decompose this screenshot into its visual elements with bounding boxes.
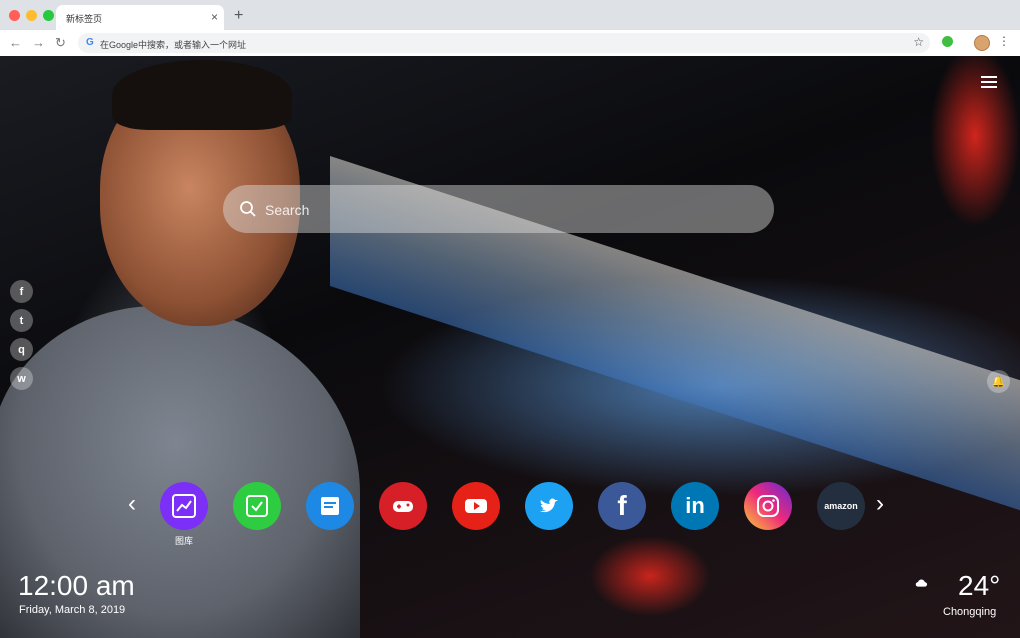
minimize-window-button[interactable] (26, 10, 37, 21)
apps-next-arrow[interactable]: › (876, 490, 884, 518)
browser-menu-button[interactable]: ⋮ (998, 34, 1010, 48)
bookmark-star-icon[interactable]: ☆ (913, 35, 924, 49)
check-icon (246, 495, 268, 517)
browser-chrome: 新标签页 × + ← → ↻ G 在Google中搜索，或者输入一个网址 ☆ ⋮ (0, 0, 1020, 57)
app-games[interactable] (379, 482, 427, 530)
clock-time: 12:00 am (18, 570, 135, 601)
extension-icon[interactable] (942, 36, 953, 47)
cloud-icon (915, 579, 928, 587)
app-shortcuts: 图库 f in amazon (160, 482, 865, 546)
qq-share-icon[interactable]: q (10, 338, 33, 361)
twitter-icon (540, 498, 558, 513)
browser-tab[interactable]: 新标签页 × (56, 5, 224, 30)
new-tab-button[interactable]: + (234, 7, 243, 25)
gamepad-icon (393, 501, 413, 512)
weather-city: Chongqing (943, 606, 997, 618)
amazon-icon: amazon (824, 501, 858, 511)
note-icon (321, 497, 339, 515)
google-icon: G (86, 37, 94, 48)
facebook-share-icon[interactable]: f (10, 280, 33, 303)
weather-temperature: 24° (958, 570, 1001, 601)
youtube-icon (465, 499, 487, 513)
clock-date: Friday, March 8, 2019 (19, 604, 126, 616)
notification-bell-icon[interactable]: 🔔 (987, 370, 1010, 393)
maximize-window-button[interactable] (43, 10, 54, 21)
profile-avatar[interactable] (974, 35, 990, 51)
twitter-share-icon[interactable]: t (10, 309, 33, 332)
app-chart[interactable]: 图库 (160, 482, 208, 546)
app-linkedin[interactable]: in (671, 482, 719, 530)
search-bar[interactable] (223, 185, 774, 233)
wechat-share-icon[interactable]: w (10, 367, 33, 390)
search-icon (240, 201, 256, 217)
app-twitter[interactable] (525, 482, 573, 530)
social-share-bar: f t q w (10, 280, 33, 390)
search-input[interactable] (263, 197, 747, 223)
chart-icon (172, 494, 196, 518)
forward-button[interactable]: → (32, 35, 45, 50)
instagram-icon (757, 495, 779, 517)
window-controls (9, 10, 54, 21)
close-window-button[interactable] (9, 10, 20, 21)
app-tasks[interactable] (233, 482, 281, 530)
app-label: 图库 (174, 536, 193, 546)
app-youtube[interactable] (452, 482, 500, 530)
app-notes[interactable] (306, 482, 354, 530)
app-instagram[interactable] (744, 482, 792, 530)
linkedin-icon: in (685, 493, 705, 518)
tab-strip: 新标签页 × + (0, 0, 1020, 30)
apps-prev-arrow[interactable]: ‹ (128, 490, 136, 518)
new-tab-page (0, 56, 1020, 638)
hamburger-menu-icon[interactable] (981, 76, 997, 88)
reload-button[interactable]: ↻ (55, 35, 66, 51)
address-bar-placeholder: 在Google中搜索，或者输入一个网址 (100, 40, 247, 50)
app-amazon[interactable]: amazon (817, 482, 865, 530)
toolbar: ← → ↻ G 在Google中搜索，或者输入一个网址 ☆ (0, 30, 1020, 57)
tab-title: 新标签页 (66, 14, 103, 24)
back-button[interactable]: ← (9, 35, 22, 50)
tab-close-button[interactable]: × (211, 10, 218, 24)
background-photo-hair (112, 60, 292, 130)
app-facebook[interactable]: f (598, 482, 646, 530)
facebook-icon: f (617, 490, 627, 521)
address-bar[interactable]: G 在Google中搜索，或者输入一个网址 ☆ (78, 33, 930, 53)
